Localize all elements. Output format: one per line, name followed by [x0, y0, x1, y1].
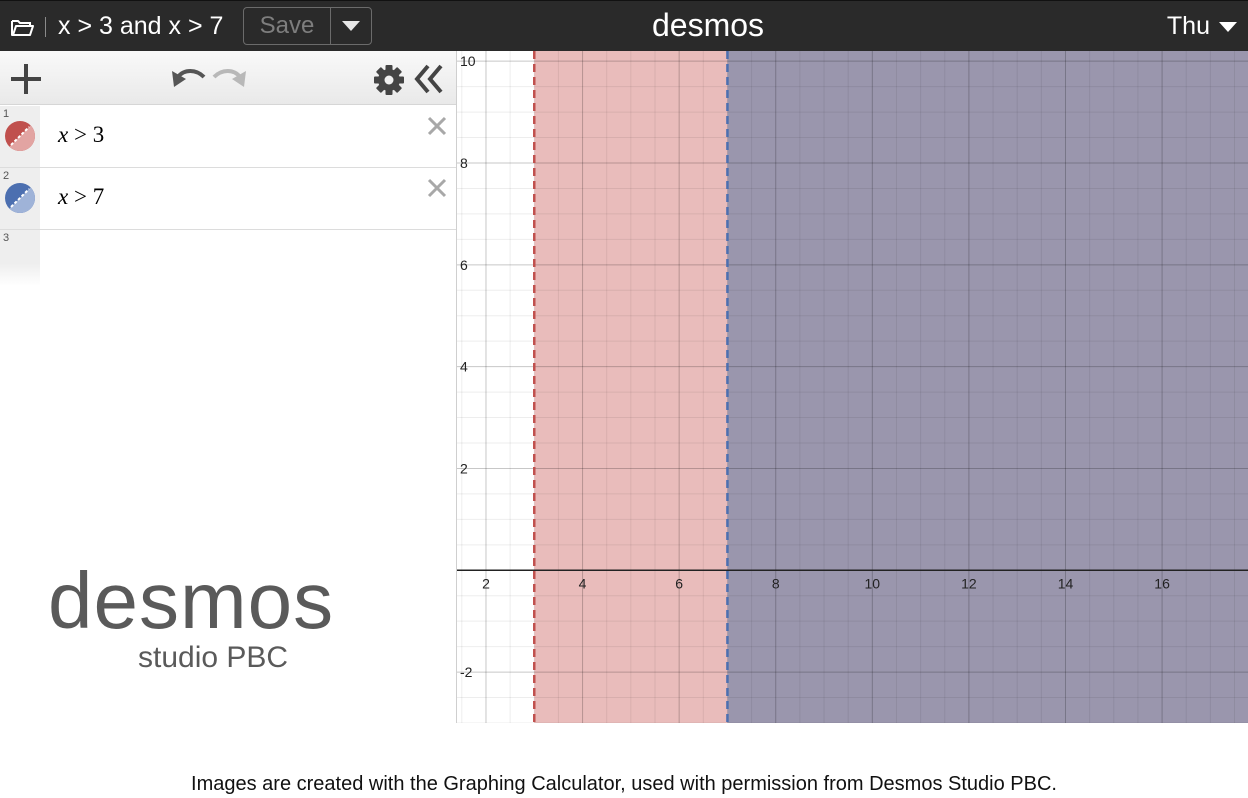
y-tick-label: 2 — [460, 460, 468, 476]
save-dropdown-button[interactable] — [331, 8, 371, 44]
undo-icon — [172, 69, 206, 87]
inequality-region — [727, 51, 1248, 723]
user-name: Thu — [1166, 12, 1210, 40]
plus-icon — [11, 64, 41, 94]
graph-title[interactable]: x > 3 and x > 7 — [58, 12, 223, 41]
y-tick-label: 10 — [460, 53, 476, 69]
folder-icon — [11, 20, 34, 36]
save-button[interactable]: Save — [244, 8, 331, 44]
delete-expression-button[interactable] — [425, 176, 449, 200]
expression-color-toggle[interactable] — [4, 182, 36, 214]
x-tick-label: 6 — [675, 575, 683, 591]
title-divider — [45, 17, 46, 37]
expression-gutter: 1 — [0, 106, 40, 167]
save-button-group: Save — [243, 7, 372, 45]
expression-panel: 1 x > 3 2 x > 7 3 desmos studio PBC — [0, 51, 456, 723]
open-graphs-button[interactable] — [9, 15, 35, 39]
add-item-button[interactable] — [8, 63, 44, 95]
x-tick-label: 10 — [865, 575, 881, 591]
expression-index: 2 — [3, 170, 10, 182]
expression-item[interactable]: 1 x > 3 — [0, 106, 456, 168]
double-chevron-left-icon — [414, 64, 443, 94]
expression-gutter: 2 — [0, 168, 40, 229]
expression-color-toggle[interactable] — [4, 120, 36, 152]
close-icon — [427, 178, 447, 198]
expression-formula[interactable]: x > 7 — [58, 184, 104, 210]
expression-index: 3 — [3, 232, 10, 244]
brand-title: desmos — [652, 7, 765, 43]
y-tick-label: -2 — [460, 664, 473, 680]
y-tick-label: 4 — [460, 359, 468, 375]
top-bar: x > 3 and x > 7 Save desmos Thu — [0, 0, 1248, 51]
gear-icon — [374, 65, 404, 95]
delete-expression-button[interactable] — [425, 114, 449, 138]
x-tick-label: 8 — [772, 575, 780, 591]
inequality-style-icon — [5, 121, 35, 151]
redo-icon — [212, 69, 246, 87]
y-tick-label: 8 — [460, 155, 468, 171]
logo-wordmark: desmos — [48, 556, 335, 645]
expression-toolbar — [0, 51, 456, 105]
chevron-down-icon — [342, 21, 360, 31]
new-expression-item[interactable]: 3 — [0, 230, 456, 286]
graph-canvas[interactable]: 2 4 6 8 10 12 14 16 10 8 6 4 2 -2 — [457, 51, 1248, 723]
x-tick-label: 2 — [482, 575, 490, 591]
desmos-studio-logo: desmos studio PBC — [48, 561, 333, 675]
expression-index: 1 — [3, 108, 10, 120]
image-credit-caption: Images are created with the Graphing Cal… — [191, 773, 1057, 795]
x-tick-label: 14 — [1058, 575, 1074, 591]
x-tick-label: 4 — [579, 575, 587, 591]
chevron-down-icon — [1219, 21, 1237, 32]
y-tick-label: 6 — [460, 257, 468, 273]
x-tick-label: 12 — [961, 575, 977, 591]
collapse-list-button[interactable] — [412, 63, 446, 95]
user-menu[interactable]: Thu — [1167, 12, 1238, 41]
desmos-app: x > 3 and x > 7 Save desmos Thu 1 x > 3 … — [0, 0, 1248, 798]
inequality-style-icon — [5, 183, 35, 213]
graph-paper[interactable]: 2 4 6 8 10 12 14 16 10 8 6 4 2 -2 — [456, 51, 1248, 723]
expression-gutter: 3 — [0, 230, 40, 286]
redo-button[interactable] — [210, 63, 250, 93]
graph-settings-button[interactable] — [372, 63, 406, 97]
expression-item[interactable]: 2 x > 7 — [0, 168, 456, 230]
undo-button[interactable] — [168, 63, 208, 93]
logo-subtitle: studio PBC — [138, 641, 289, 674]
close-icon — [427, 116, 447, 136]
x-tick-label: 16 — [1154, 575, 1170, 591]
expression-formula[interactable]: x > 3 — [58, 122, 104, 148]
